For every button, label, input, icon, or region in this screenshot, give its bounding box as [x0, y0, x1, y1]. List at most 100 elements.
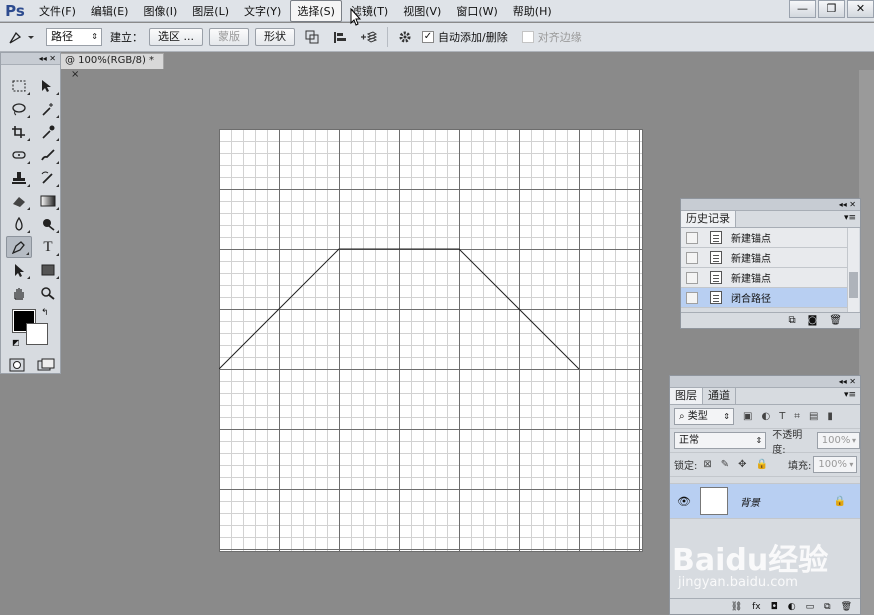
tab-layers[interactable]: 图层 [670, 388, 703, 404]
opacity-field[interactable]: 100% ▾ [816, 432, 861, 449]
history-brush-source-box[interactable] [686, 231, 698, 244]
clone-stamp-icon[interactable] [6, 167, 32, 189]
history-item-selected[interactable]: 闭合路径 [681, 288, 847, 308]
shape-filter-icon[interactable]: ⌗ [794, 411, 800, 422]
menu-layer[interactable]: 图层(L) [186, 1, 235, 21]
default-colors-icon[interactable]: ◩ [12, 338, 20, 347]
menu-select[interactable]: 选择(S) [290, 0, 342, 22]
window-controls: — ❐ ✕ [787, 0, 874, 18]
panel-menu-icon[interactable]: ▾≡ [844, 390, 856, 400]
add-mask-icon[interactable]: ◘ [771, 602, 778, 612]
snapshot-camera-icon[interactable]: ◙ [808, 315, 818, 326]
history-brush-icon[interactable] [35, 167, 61, 189]
lock-position-icon[interactable]: ✥ [738, 459, 746, 470]
history-item[interactable]: 新建锚点 [681, 248, 847, 268]
new-layer-icon[interactable]: ⧉ [824, 602, 830, 612]
history-item-label: 新建锚点 [731, 274, 771, 285]
tab-channels[interactable]: 通道 [703, 388, 736, 404]
dodge-tool-icon[interactable] [35, 213, 61, 235]
pixel-filter-icon[interactable]: ▣ [743, 411, 752, 422]
close-button[interactable]: ✕ [847, 0, 874, 18]
zoom-tool-icon[interactable] [35, 282, 61, 304]
history-item-label: 新建锚点 [731, 234, 771, 245]
tool-preset-picker[interactable] [6, 26, 44, 48]
new-group-icon[interactable]: ▭ [806, 602, 815, 612]
screen-mode-icon[interactable] [37, 358, 57, 375]
history-scrollbar[interactable] [847, 228, 859, 312]
menu-file[interactable]: 文件(F) [33, 1, 82, 21]
menu-window[interactable]: 窗口(W) [450, 1, 503, 21]
lock-transparent-icon[interactable]: ⊠ [703, 459, 711, 470]
panel-collapse-icon[interactable]: ◂◂ ✕ [681, 199, 860, 211]
fill-field[interactable]: 100% ▾ [813, 456, 858, 473]
selection-button[interactable]: 选区 ... [149, 28, 203, 46]
auto-add-delete-checkbox[interactable]: ✓ [422, 31, 434, 43]
blend-mode-select[interactable]: 正常 ⇕ [674, 432, 767, 449]
panel-menu-icon[interactable]: ▾≡ [844, 213, 856, 223]
history-brush-source-box[interactable] [686, 271, 698, 284]
trash-icon[interactable]: 🗑 [841, 602, 852, 612]
rectangle-tool-icon[interactable] [35, 259, 61, 281]
smart-object-filter-icon[interactable]: ▤ [809, 411, 818, 422]
link-layers-icon[interactable]: ⛓ [731, 602, 742, 612]
adjustment-layer-icon[interactable]: ◐ [788, 602, 796, 612]
menu-image[interactable]: 图像(I) [137, 1, 183, 21]
gradient-tool-icon[interactable] [35, 190, 61, 212]
adjustment-filter-icon[interactable]: ◐ [761, 411, 770, 422]
mask-button[interactable]: 蒙版 [209, 28, 249, 46]
lock-all-icon[interactable]: 🔒 [756, 459, 768, 470]
restore-button[interactable]: ❐ [818, 0, 845, 18]
toolbox: ◂◂ ✕ T ↰ ◩ [0, 52, 61, 374]
path-arrangement-icon[interactable] [357, 26, 379, 48]
menu-view[interactable]: 视图(V) [397, 1, 447, 21]
mode-select[interactable]: 路径 ⇕ [46, 28, 102, 46]
blur-tool-icon[interactable] [6, 213, 32, 235]
minimize-button[interactable]: — [789, 0, 816, 18]
gear-icon[interactable] [394, 26, 416, 48]
crop-tool-icon[interactable] [6, 121, 32, 143]
eraser-tool-icon[interactable] [6, 190, 32, 212]
marquee-tool-icon[interactable] [6, 75, 32, 97]
tab-history[interactable]: 历史记录 [681, 211, 736, 227]
history-scroll-thumb[interactable] [849, 272, 858, 298]
type-tool-icon[interactable]: T [35, 236, 61, 258]
quick-mask-icon[interactable] [9, 358, 25, 375]
align-edges-checkbox[interactable] [521, 31, 534, 43]
history-item[interactable]: 新建锚点 [681, 268, 847, 288]
eyedropper-icon[interactable] [35, 121, 61, 143]
history-brush-source-box[interactable] [686, 291, 698, 304]
layer-style-icon[interactable]: fx [752, 602, 761, 612]
filter-toggle-icon[interactable]: ▮ [827, 411, 833, 422]
toolbox-collapse-icon[interactable]: ◂◂ ✕ [1, 53, 60, 65]
background-color-swatch[interactable] [26, 323, 48, 345]
layer-row-background[interactable]: 👁 背景 🔒 [670, 483, 860, 519]
trash-icon[interactable]: 🗑 [829, 315, 842, 326]
brush-tool-icon[interactable] [35, 144, 61, 166]
lasso-tool-icon[interactable] [6, 98, 32, 120]
document-tab[interactable]: @ 100%(RGB/8) * × [60, 53, 164, 80]
layer-filter-select[interactable]: ⌕ 类型 ⇕ [674, 408, 734, 425]
history-brush-source-box[interactable] [686, 251, 698, 264]
swap-colors-icon[interactable]: ↰ [41, 308, 49, 318]
lock-image-icon[interactable]: ✎ [721, 459, 729, 470]
eye-icon[interactable]: 👁 [674, 495, 694, 508]
mouse-cursor-icon [350, 8, 362, 26]
shape-button[interactable]: 形状 [255, 28, 295, 46]
history-item[interactable]: 新建锚点 [681, 228, 847, 248]
panel-collapse-icon[interactable]: ◂◂ ✕ [670, 376, 860, 388]
magic-wand-icon[interactable] [35, 98, 61, 120]
new-document-from-state-icon[interactable]: ⧉ [788, 315, 795, 326]
document-canvas[interactable] [219, 129, 643, 552]
healing-brush-icon[interactable] [6, 144, 32, 166]
menu-help[interactable]: 帮助(H) [507, 1, 558, 21]
type-filter-icon[interactable]: T [779, 411, 785, 422]
menu-edit[interactable]: 编辑(E) [85, 1, 135, 21]
close-tab-icon[interactable]: × [71, 69, 79, 80]
path-alignment-icon[interactable] [329, 26, 351, 48]
menu-type[interactable]: 文字(Y) [238, 1, 287, 21]
path-selection-icon[interactable] [6, 259, 32, 281]
hand-tool-icon[interactable] [6, 282, 32, 304]
pen-tool-icon[interactable] [6, 236, 32, 258]
path-operations-icon[interactable] [301, 26, 323, 48]
move-tool-icon[interactable] [35, 75, 61, 97]
